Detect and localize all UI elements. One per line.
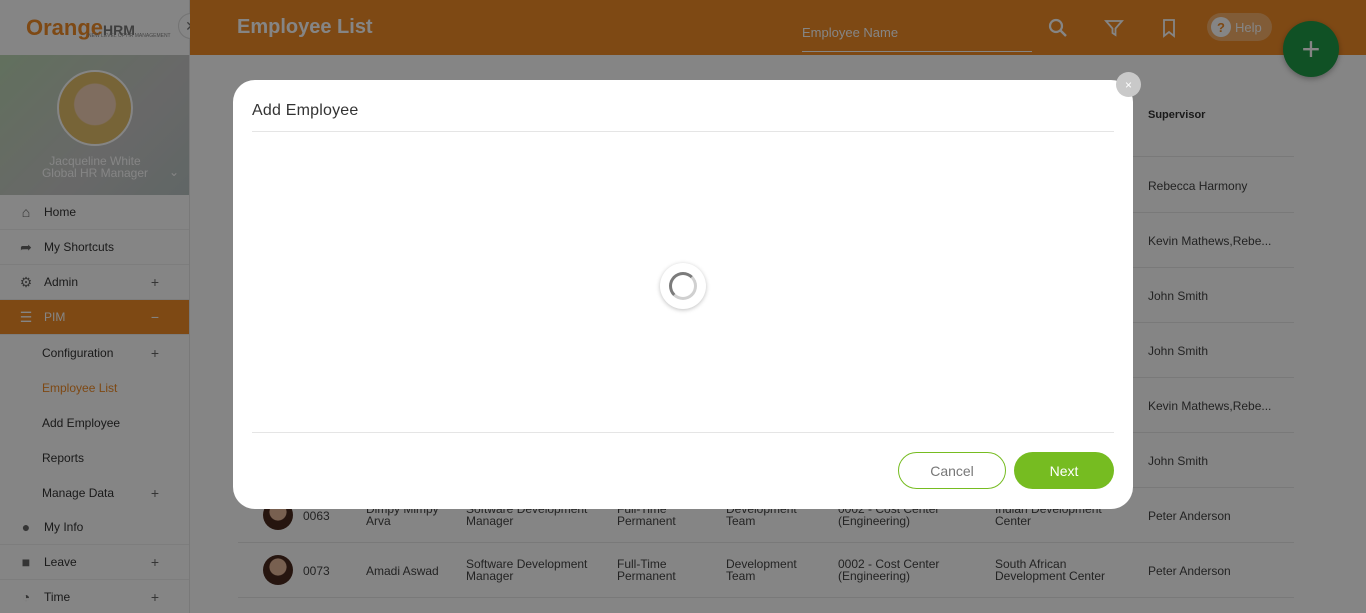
close-modal-button[interactable]: × (1116, 72, 1141, 97)
modal-title: Add Employee (252, 102, 359, 119)
cancel-button[interactable]: Cancel (898, 452, 1006, 489)
close-icon: × (1124, 77, 1132, 92)
loading-spinner-icon (660, 263, 706, 309)
add-employee-modal: Add Employee × Cancel Next (233, 72, 1141, 509)
next-button[interactable]: Next (1014, 452, 1114, 489)
divider (252, 131, 1114, 132)
divider (252, 432, 1114, 433)
